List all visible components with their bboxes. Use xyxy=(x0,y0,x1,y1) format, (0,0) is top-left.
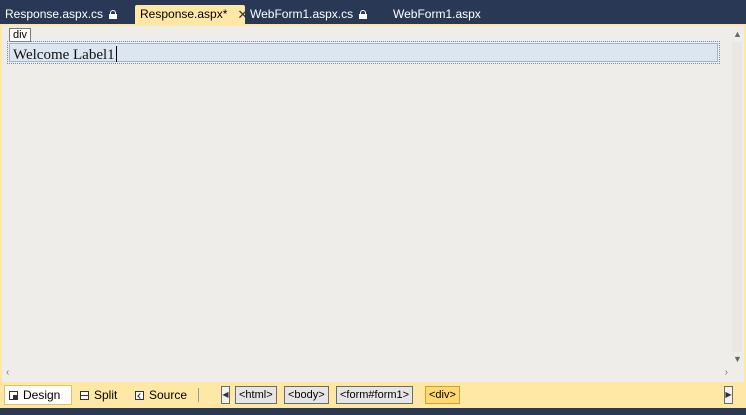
scroll-track[interactable] xyxy=(732,42,742,352)
breadcrumb-next-arrow-icon[interactable]: ▶ xyxy=(724,386,733,404)
lock-icon xyxy=(109,10,118,19)
label-text-value: Welcome Label1 xyxy=(13,47,115,63)
view-switcher-bar: Design Split Source ◀ <html> <body> <for… xyxy=(0,384,746,408)
scroll-down-icon[interactable]: ▼ xyxy=(733,354,742,364)
scroll-right-icon[interactable]: › xyxy=(725,367,728,378)
design-surface[interactable]: div Welcome Label1 xyxy=(2,26,730,366)
document-tab-strip: Response.aspx.cs Response.aspx* ✕ WebFor… xyxy=(0,0,746,24)
design-view-label: Design xyxy=(23,388,61,402)
split-view-label: Split xyxy=(94,388,118,402)
tab-webform1-aspx[interactable]: WebForm1.aspx xyxy=(388,5,486,24)
source-view-label: Source xyxy=(149,388,188,402)
split-view-button[interactable]: Split xyxy=(76,385,121,405)
source-view-button[interactable]: Source xyxy=(131,385,191,405)
breadcrumb-form[interactable]: <form#form1> xyxy=(336,386,414,404)
tab-label: Response.aspx.cs xyxy=(5,7,104,21)
element-tag-label[interactable]: div xyxy=(9,28,32,42)
source-view-icon xyxy=(135,390,144,400)
scroll-left-icon[interactable]: ‹ xyxy=(6,367,9,378)
tab-response-aspx-cs[interactable]: Response.aspx.cs xyxy=(0,5,122,24)
lock-icon xyxy=(359,10,368,19)
split-view-icon xyxy=(80,390,89,400)
breadcrumb-html[interactable]: <html> xyxy=(235,386,277,404)
tab-label: WebForm1.aspx xyxy=(393,7,481,21)
design-view-icon xyxy=(9,390,18,400)
bottom-chrome-strip xyxy=(0,408,746,415)
breadcrumb-body[interactable]: <body> xyxy=(284,386,329,404)
design-view-button[interactable]: Design xyxy=(4,385,72,405)
vertical-scrollbar[interactable]: ▲ ▼ xyxy=(730,26,744,366)
scroll-up-icon[interactable]: ▲ xyxy=(733,29,742,39)
label-control[interactable]: Welcome Label1 xyxy=(9,43,718,64)
tab-label: Response.aspx* xyxy=(140,7,228,21)
label-text: Welcome Label1 xyxy=(13,46,117,64)
tab-webform1-aspx-cs[interactable]: WebForm1.aspx.cs xyxy=(245,5,372,24)
div-container[interactable]: Welcome Label1 xyxy=(7,41,720,64)
tab-response-aspx[interactable]: Response.aspx* ✕ xyxy=(135,5,248,24)
editor-frame: div Welcome Label1 ▲ ▼ ‹ › xyxy=(0,24,746,384)
breadcrumb-div[interactable]: <div> xyxy=(425,386,460,404)
toolbar-separator xyxy=(198,388,199,402)
text-caret xyxy=(115,46,117,62)
breadcrumb-prev-arrow-icon[interactable]: ◀ xyxy=(221,386,230,404)
horizontal-scrollbar[interactable]: ‹ › xyxy=(2,366,744,382)
tab-label: WebForm1.aspx.cs xyxy=(250,7,354,21)
